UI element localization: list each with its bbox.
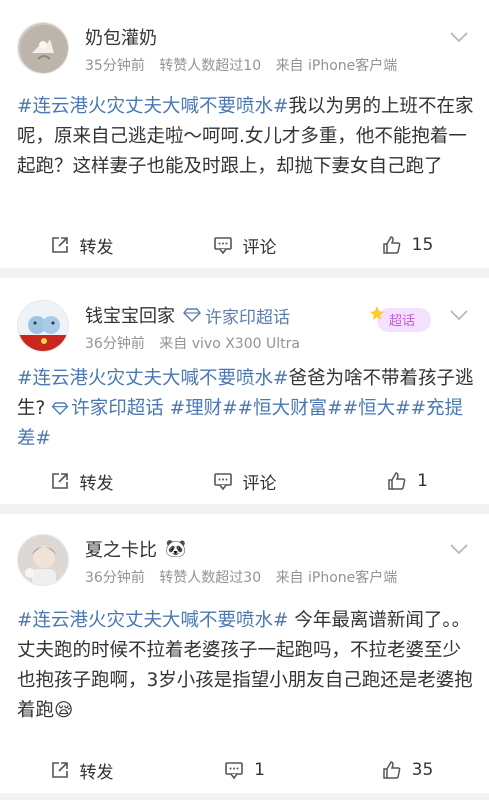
supertopic-link[interactable]: 许家印超话 bbox=[51, 398, 164, 419]
comment-icon bbox=[213, 473, 232, 491]
comment-button[interactable]: 评论 bbox=[163, 470, 326, 494]
like-count: 15 bbox=[411, 235, 434, 255]
post-card[interactable]: 夏之卡比 🐼 36分钟前 转赞人数超过30 来自 iPhone客户端 #连云港火… bbox=[0, 514, 489, 793]
supertopic-sticker-icon[interactable]: 超话 bbox=[367, 302, 437, 336]
repost-icon bbox=[51, 762, 68, 778]
post-header: 奶包灌奶 35分钟前 转赞人数超过10 来自 iPhone客户端 bbox=[17, 22, 477, 78]
thumbs-up-icon bbox=[388, 472, 406, 490]
post-card[interactable]: 奶包灌奶 35分钟前 转赞人数超过10 来自 iPhone客户端 #连云港火灾丈… bbox=[0, 0, 489, 268]
repost-label: 转发 bbox=[79, 762, 114, 783]
post-meta: 35分钟前 转赞人数超过10 来自 iPhone客户端 bbox=[85, 55, 397, 75]
action-bar: 转发 1 35 bbox=[0, 759, 489, 783]
post-header: 夏之卡比 🐼 36分钟前 转赞人数超过30 来自 iPhone客户端 bbox=[17, 534, 477, 590]
user-name[interactable]: 钱宝宝回家 bbox=[85, 302, 175, 328]
supertopic-badge[interactable]: 许家印超话 bbox=[183, 303, 290, 328]
like-button[interactable]: 15 bbox=[326, 234, 489, 256]
supertopic-badge-label: 许家印超话 bbox=[205, 307, 290, 328]
comment-button[interactable]: 评论 bbox=[163, 234, 326, 258]
post-source: 来自 vivo X300 Ultra bbox=[159, 336, 300, 352]
post-time: 36分钟前 bbox=[85, 336, 145, 352]
user-name[interactable]: 奶包灌奶 bbox=[85, 24, 157, 50]
post-time: 35分钟前 bbox=[85, 58, 145, 74]
like-button[interactable]: 35 bbox=[326, 759, 489, 781]
user-name[interactable]: 夏之卡比 bbox=[85, 536, 157, 562]
post-header: 钱宝宝回家 许家印超话 36分钟前 来自 vivo X300 Ultra 超话 bbox=[17, 300, 477, 356]
avatar[interactable] bbox=[17, 300, 69, 352]
hashtag-link[interactable]: #连云港火灾丈夫大喊不要喷水# bbox=[17, 96, 289, 117]
repost-label: 转发 bbox=[79, 237, 114, 258]
post-source: 来自 iPhone客户端 bbox=[275, 58, 398, 74]
like-count: 1 bbox=[417, 471, 428, 491]
comment-icon bbox=[225, 762, 243, 780]
action-bar: 转发 评论 1 bbox=[0, 470, 489, 494]
post-text: #连云港火灾丈夫大喊不要喷水#爸爸为啥不带着孩子逃生? 许家印超话 #理财##恒… bbox=[17, 364, 475, 454]
repost-button[interactable]: 转发 bbox=[0, 470, 163, 494]
like-count: 35 bbox=[411, 760, 434, 780]
thumbs-up-icon bbox=[382, 761, 401, 779]
post-text: #连云港火灾丈夫大喊不要喷水# 今年最离谱新闻了。。丈夫跑的时候不拉着老婆孩子一… bbox=[17, 606, 475, 726]
post-meta: 36分钟前 来自 vivo X300 Ultra bbox=[85, 333, 300, 353]
chevron-down-icon[interactable] bbox=[449, 542, 469, 556]
post-stat: 转赞人数超过30 bbox=[159, 570, 262, 586]
action-bar: 转发 评论 15 bbox=[0, 234, 489, 258]
post-stat: 转赞人数超过10 bbox=[159, 58, 262, 74]
repost-label: 转发 bbox=[79, 473, 114, 494]
diamond-icon bbox=[51, 402, 69, 415]
post-source: 来自 iPhone客户端 bbox=[275, 570, 398, 586]
comment-icon bbox=[213, 237, 232, 255]
supertopic-link-label: 许家印超话 bbox=[71, 398, 164, 419]
post-time: 36分钟前 bbox=[85, 570, 145, 586]
diamond-icon bbox=[183, 308, 201, 322]
chevron-down-icon[interactable] bbox=[449, 308, 469, 322]
post-card[interactable]: 钱宝宝回家 许家印超话 36分钟前 来自 vivo X300 Ultra 超话 bbox=[0, 278, 489, 504]
comment-button[interactable]: 1 bbox=[163, 759, 326, 781]
hashtag-link[interactable]: #连云港火灾丈夫大喊不要喷水# bbox=[17, 368, 289, 389]
chevron-down-icon[interactable] bbox=[449, 30, 469, 44]
avatar[interactable] bbox=[17, 22, 69, 74]
comment-label: 评论 bbox=[242, 473, 277, 494]
comment-label: 评论 bbox=[242, 237, 277, 258]
repost-button[interactable]: 转发 bbox=[0, 234, 163, 258]
weibo-feed: 奶包灌奶 35分钟前 转赞人数超过10 来自 iPhone客户端 #连云港火灾丈… bbox=[0, 0, 489, 793]
post-meta: 36分钟前 转赞人数超过30 来自 iPhone客户端 bbox=[85, 567, 397, 587]
panda-emoji: 🐼 bbox=[165, 539, 187, 559]
supertopic-sticker-label: 超话 bbox=[389, 314, 415, 329]
hashtag-link[interactable]: #连云港火灾丈夫大喊不要喷水# bbox=[17, 610, 289, 631]
repost-icon bbox=[51, 237, 68, 253]
avatar[interactable] bbox=[17, 534, 69, 586]
repost-icon bbox=[51, 473, 68, 489]
like-button[interactable]: 1 bbox=[326, 470, 489, 492]
comment-count: 1 bbox=[254, 760, 265, 780]
thumbs-up-icon bbox=[382, 236, 401, 254]
repost-button[interactable]: 转发 bbox=[0, 759, 163, 783]
post-text: #连云港火灾丈夫大喊不要喷水#我以为男的上班不在家呢，原来自己逃走啦～呵呵.女儿… bbox=[17, 92, 475, 182]
